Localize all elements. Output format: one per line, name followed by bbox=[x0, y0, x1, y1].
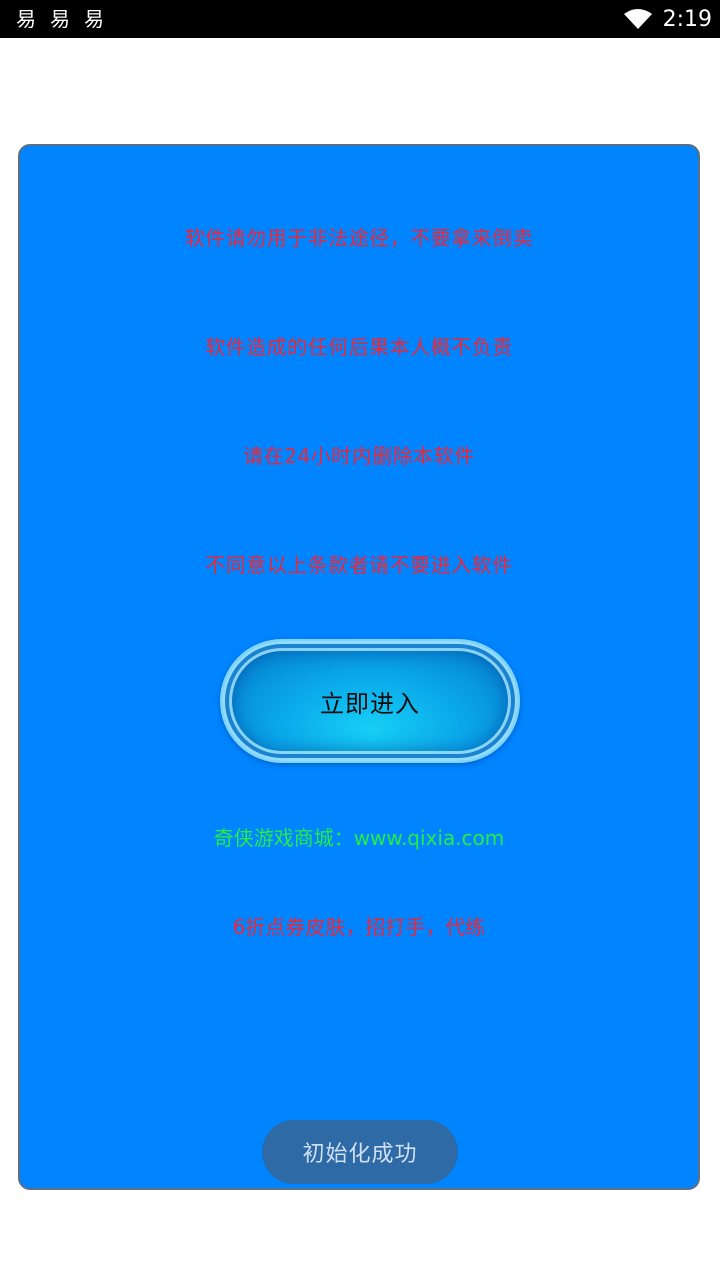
enter-now-label: 立即进入 bbox=[320, 689, 420, 718]
app-notification-icon: 易 bbox=[84, 7, 104, 31]
clock: 2:19 bbox=[662, 6, 712, 32]
enter-now-button[interactable]: 立即进入 bbox=[220, 639, 520, 763]
disclaimer-panel: 软件请勿用于非法途径，不要拿来倒卖 软件造成的任何后果本人概不负责 请在24小时… bbox=[18, 144, 700, 1190]
app-notification-icon: 易 bbox=[16, 7, 36, 31]
notice-disagree: 不同意以上条款者请不要进入软件 bbox=[205, 553, 513, 577]
toast-message: 初始化成功 bbox=[302, 1142, 418, 1167]
app-notification-icon: 易 bbox=[50, 7, 70, 31]
promo-text: 6折点券皮肤，招打手，代练 bbox=[232, 915, 486, 939]
notice-illegal-use: 软件请勿用于非法途径，不要拿来倒卖 bbox=[184, 226, 534, 250]
notice-no-liability: 软件造成的任何后果本人概不负责 bbox=[205, 335, 513, 359]
status-bar: 易 易 易 2:19 bbox=[0, 0, 720, 38]
wifi-icon bbox=[623, 9, 652, 29]
shop-link[interactable]: 奇侠游戏商城：www.qixia.com bbox=[20, 822, 698, 851]
notification-icons: 易 易 易 bbox=[16, 6, 104, 32]
system-status: 2:19 bbox=[623, 0, 712, 38]
init-success-toast: 初始化成功 bbox=[262, 1120, 458, 1184]
notice-delete-24h: 请在24小时内删除本软件 bbox=[243, 444, 475, 468]
